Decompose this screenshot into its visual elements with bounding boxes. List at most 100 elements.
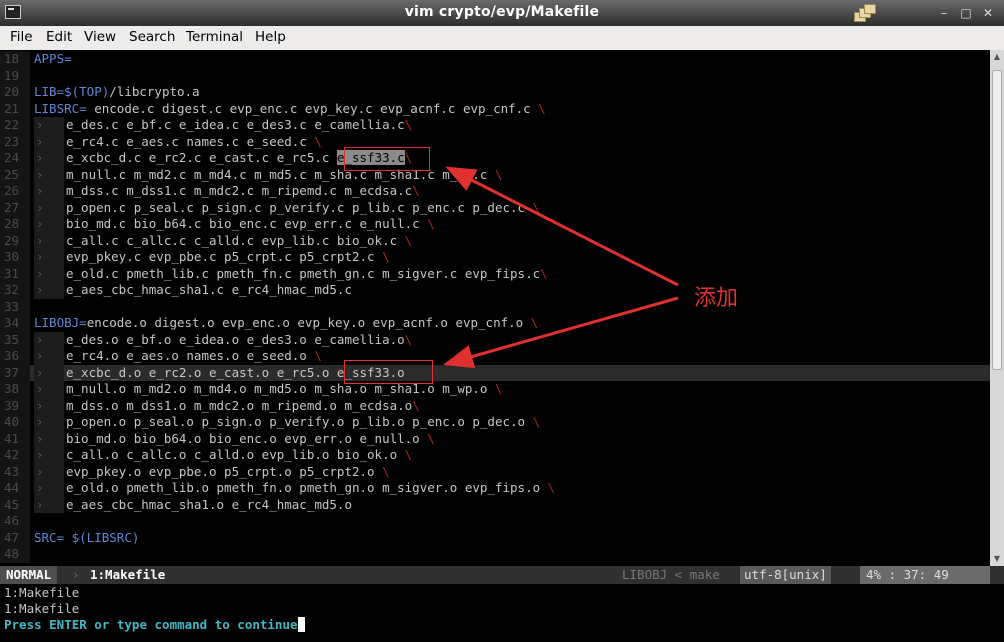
line-number: 33 (0, 298, 30, 315)
code-text: e_old.c pmeth_lib.c pmeth_fn.c pmeth_gn.… (66, 266, 548, 283)
indent-guide: › (34, 249, 64, 266)
scroll-up-icon[interactable]: ▲ (992, 52, 1002, 62)
scrollbar[interactable]: ▲ ▼ (990, 50, 1004, 566)
code-line[interactable]: 36 › e_rc4.o e_aes.o names.o e_seed.o \ (0, 348, 990, 365)
menu-view[interactable]: View (84, 29, 116, 45)
code-text: e_rc4.o e_aes.o names.o e_seed.o \ (66, 348, 322, 365)
code-token: e_xcbc_d.c e_rc2.c e_cast.c e_rc5.c (66, 150, 337, 165)
code-line[interactable]: 20 LIB=$(TOP)/libcrypto.a (0, 84, 990, 101)
buffer-name: 1:Makefile (90, 567, 166, 582)
code-text: e_aes_cbc_hmac_sha1.c e_rc4_hmac_md5.c (66, 282, 352, 299)
code-text: evp_pkey.o evp_pbe.o p5_crpt.o p5_crpt2.… (66, 464, 390, 481)
maximize-icon[interactable]: □ (958, 5, 974, 21)
scroll-thumb[interactable] (992, 70, 1002, 370)
code-text: SRC= $(LIBSRC) (34, 530, 139, 547)
indent-guide: › (34, 216, 64, 233)
code-line[interactable]: 42 › c_all.o c_allc.o c_alld.o evp_lib.o b… (0, 447, 990, 464)
code-token: evp_pkey.o evp_pbe.o p5_crpt.o p5_crpt2.… (66, 463, 383, 479)
code-line[interactable]: 34 LIBOBJ=encode.o digest.o evp_enc.o evp… (0, 315, 990, 332)
message-line: 1:Makefile (0, 584, 1004, 601)
code-line[interactable]: 30 › evp_pkey.c evp_pbe.c p5_crpt.c p5_crp… (0, 249, 990, 266)
code-line[interactable]: 26 › m_dss.c m_dss1.c m_mdc2.c m_ripemd.c … (0, 183, 990, 200)
code-line[interactable]: 33 (0, 298, 990, 315)
menu-terminal[interactable]: Terminal (186, 29, 243, 45)
line-number: 32 (0, 282, 30, 299)
line-number: 35 (0, 331, 30, 348)
code-text: c_all.o c_allc.o c_alld.o evp_lib.o bio_… (66, 447, 412, 464)
menu-edit[interactable]: Edit (46, 29, 72, 45)
indent-guide: › (34, 199, 64, 216)
code-line[interactable]: 25 › m_null.c m_md2.c m_md4.c m_md5.c m_sh… (0, 166, 990, 183)
line-continuation: \ (540, 265, 548, 281)
line-continuation: \ (412, 183, 420, 198)
code-line[interactable]: 39 › m_dss.o m_dss1.o m_mdc2.o m_ripemd.o … (0, 397, 990, 415)
vim-editor[interactable]: 18 APPS= 19 20 LIB=$(TOP)/libcrypto.a 21 LIBSR… (0, 50, 1004, 566)
line-number: 46 (0, 513, 30, 530)
keyword: LIBSRC= (34, 100, 87, 116)
code-text: m_dss.o m_dss1.o m_mdc2.o m_ripemd.o m_e… (66, 398, 420, 415)
continue-prompt: Press ENTER or type command to continue (4, 617, 298, 632)
mode-indicator: NORMAL (0, 566, 58, 584)
indent-guide: › (34, 397, 64, 414)
line-continuation: \ (404, 117, 413, 132)
indent-guide: › (34, 265, 64, 282)
line-number: 28 (0, 216, 30, 233)
code-line[interactable]: 45 › e_aes_cbc_hmac_sha1.o e_rc4_hmac_md5.… (0, 496, 990, 513)
code-line[interactable]: 41 › bio_md.o bio_b64.o bio_enc.o evp_err.… (0, 430, 990, 447)
code-line[interactable]: 44 › e_old.o pmeth_lib.o pmeth_fn.o pmeth_… (0, 480, 990, 497)
code-token: e_old.o pmeth_lib.o pmeth_fn.o pmeth_gn.… (66, 480, 548, 495)
line-number: 39 (0, 397, 30, 414)
line-continuation: \ (494, 166, 503, 182)
code-line[interactable]: 38 › m_null.o m_md2.o m_md4.o m_md5.o m_sh… (0, 381, 990, 398)
line-number: 37 (0, 364, 30, 381)
line-continuation: \ (404, 232, 413, 248)
code-token: e_des.c e_bf.c e_idea.c e_des3.c e_camel… (66, 117, 405, 132)
scroll-down-icon[interactable]: ▼ (992, 554, 1002, 564)
code-line[interactable]: 48 (0, 546, 990, 563)
close-icon[interactable]: ✕ (980, 5, 996, 21)
line-continuation: \ (427, 430, 435, 446)
code-line[interactable]: 32 › e_aes_cbc_hmac_sha1.c e_rc4_hmac_md5.… (0, 282, 990, 299)
line-number: 18 (0, 51, 30, 68)
window-stack-icon[interactable] (854, 4, 876, 22)
code-line[interactable]: 31 › e_old.c pmeth_lib.c pmeth_fn.c pmeth_… (0, 265, 990, 283)
code-line[interactable]: 29 › c_all.c c_allc.c c_alld.c evp_lib.c b… (0, 232, 990, 249)
line-continuation: \ (427, 216, 435, 231)
indent-guide: › (34, 348, 64, 365)
code-text: e_des.o e_bf.o e_idea.o e_des3.o e_camel… (66, 332, 412, 349)
keyword: LIB= (34, 84, 65, 99)
code-line[interactable]: 28 › bio_md.c bio_b64.c bio_enc.c evp_err.… (0, 216, 990, 233)
line-number: 42 (0, 447, 30, 464)
menu-help[interactable]: Help (255, 29, 286, 45)
code-token: e_aes_cbc_hmac_sha1.c e_rc4_hmac_md5.c (66, 282, 352, 297)
code-line[interactable]: 22 › e_des.c e_bf.c e_idea.c e_des3.c e_ca… (0, 117, 990, 134)
code-line[interactable]: 23 › e_rc4.c e_aes.c names.c e_seed.c \ (0, 133, 990, 151)
code-line[interactable]: 18 APPS= (0, 51, 990, 68)
code-line[interactable]: 27 › p_open.c p_seal.c p_sign.c p_verify.c… (0, 199, 990, 216)
context-indicator: LIBOBJ < make (622, 567, 720, 582)
line-number: 25 (0, 166, 30, 183)
code-token: e_rc4.o e_aes.o names.o e_seed.o (66, 348, 315, 363)
command-line[interactable]: Press ENTER or type command to continue (0, 616, 1004, 633)
menu-file[interactable]: File (10, 29, 33, 45)
code-text: bio_md.c bio_b64.c bio_enc.c evp_err.c e… (66, 216, 435, 233)
code-line[interactable]: 47 SRC= $(LIBSRC) (0, 529, 990, 547)
line-number: 38 (0, 381, 30, 398)
keyword: SRC= (34, 529, 65, 545)
line-number: 22 (0, 117, 30, 134)
indent-guide: › (34, 183, 64, 200)
indent-guide: › (34, 331, 64, 348)
code-line[interactable]: 43 › evp_pkey.o evp_pbe.o p5_crpt.o p5_crp… (0, 463, 990, 481)
code-line[interactable]: 46 (0, 513, 990, 530)
line-continuation: \ (494, 381, 503, 396)
code-line[interactable]: 40 › p_open.o p_seal.o p_sign.o p_verify.o… (0, 414, 990, 431)
code-line[interactable]: 24 › e_xcbc_d.c e_rc2.c e_cast.c e_rc5.c e… (0, 150, 990, 167)
code-line[interactable]: 19 (0, 67, 990, 84)
menu-search[interactable]: Search (129, 29, 175, 45)
minimize-icon[interactable]: – (936, 5, 952, 21)
statusline-separator: › (72, 567, 80, 582)
code-line[interactable]: 35 › e_des.o e_bf.o e_idea.o e_des3.o e_ca… (0, 331, 990, 349)
code-line[interactable]: 21 LIBSRC= encode.c digest.c evp_enc.c ev… (0, 100, 990, 117)
code-line[interactable]: 37 › e_xcbc_d.o e_rc2.o e_cast.o e_rc5.o e… (0, 364, 990, 381)
code-text: e_rc4.c e_aes.c names.c e_seed.c \ (66, 134, 322, 151)
